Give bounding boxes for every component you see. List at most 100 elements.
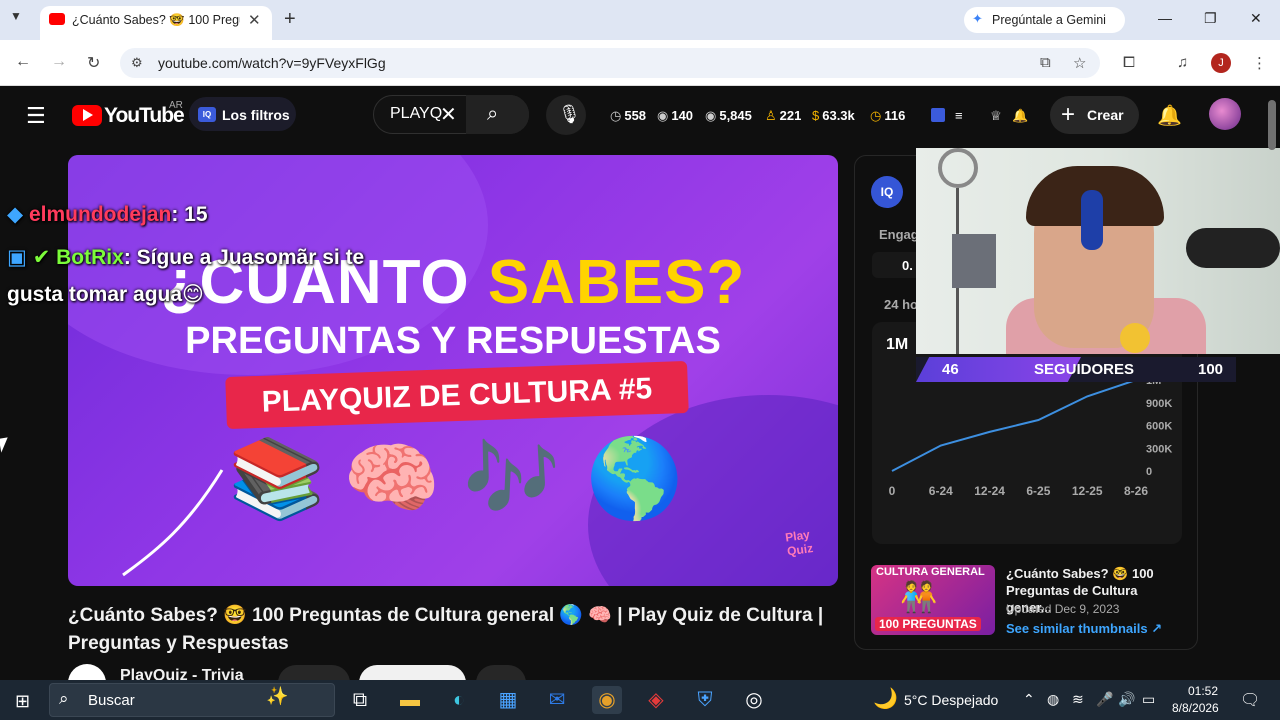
channel-avatar[interactable] — [1209, 98, 1241, 130]
microphone — [1186, 228, 1280, 268]
books-icon: 📚 — [228, 434, 326, 522]
swoosh-line — [122, 469, 224, 577]
chart-y-tick: 600K — [1146, 421, 1172, 433]
extensions-icon[interactable]: ⧠ — [1123, 54, 1135, 71]
youtube-play-icon — [83, 109, 93, 121]
site-info-icon[interactable]: ⚙ — [131, 55, 143, 71]
weather-icon[interactable]: 🌙 — [873, 686, 898, 711]
reload-icon[interactable]: ↻ — [87, 53, 100, 73]
list-icon[interactable]: ≡ — [955, 108, 963, 123]
weather-text[interactable]: 5°C Despejado — [904, 692, 998, 708]
similar-thumbnail-top: CULTURA GENERAL — [876, 566, 985, 578]
video-title: ¿Cuánto Sabes? 🤓 100 Preguntas de Cultur… — [68, 605, 824, 654]
brain-icon: 🧠 — [343, 434, 441, 522]
stat-item: $63.3k — [812, 108, 855, 123]
tray-chevron-icon[interactable]: ⌃ — [1023, 691, 1035, 708]
similar-thumbnails-link[interactable]: See similar thumbnails ↗ — [1006, 621, 1162, 637]
bookmark-star-icon[interactable]: ☆ — [1073, 54, 1086, 72]
chat-message: ◆ elmundodejan: 15 — [7, 203, 208, 226]
gemini-button[interactable]: Pregúntale a Gemini — [964, 7, 1125, 33]
period-label: 24 ho — [884, 297, 918, 312]
clock-time[interactable]: 01:52 — [1182, 684, 1218, 698]
clock-date[interactable]: 8/8/2026 — [1172, 701, 1219, 715]
forward-icon[interactable]: → — [51, 53, 67, 71]
search-highlight-icon: ✨ — [266, 686, 289, 706]
app-red-icon[interactable]: ◈ — [641, 686, 671, 714]
tab-title: ¿Cuánto Sabes? 🤓 100 Preguntas — [72, 13, 240, 27]
stat-item: ◷ 116 — [870, 108, 906, 123]
chat-message: ▣ ✔ BotRix: Sígue a Juasomãr si te — [7, 246, 365, 269]
windows-start-icon[interactable]: ⊞ — [15, 691, 30, 712]
obs-icon[interactable]: ◎ — [739, 686, 769, 714]
chart-series-line — [891, 379, 1137, 472]
chrome-menu-icon[interactable]: ⋮ — [1252, 54, 1267, 72]
similar-date: Updated Dec 9, 2023 — [1006, 602, 1120, 616]
thumbnail-subtitle: PREGUNTAS Y RESPUESTAS — [185, 320, 721, 362]
stat-item: ◉ 140 — [657, 108, 694, 123]
store-icon[interactable]: ▦ — [493, 686, 523, 714]
search-icon[interactable]: ⌕ — [487, 103, 498, 126]
verified-badge-icon: ✔ — [32, 246, 51, 269]
page-scrollbar[interactable] — [1268, 100, 1276, 150]
chart-y-tick: 0 — [1146, 466, 1152, 478]
chrome-icon[interactable]: ◉ — [592, 686, 622, 714]
iq-badge-icon: IQ — [198, 107, 216, 122]
trophy-icon[interactable]: ♕ — [990, 108, 1002, 124]
bot-badge-icon: ▣ — [7, 246, 27, 269]
file-explorer-icon[interactable]: ▬ — [395, 686, 425, 714]
search-query[interactable]: PLAYQ — [390, 105, 442, 123]
followers-goal: 100 — [1198, 361, 1224, 378]
mouse-cursor — [0, 437, 11, 453]
gemini-icon: ✦ — [972, 11, 983, 26]
shield-app-icon[interactable]: ⛨ — [690, 686, 720, 714]
mic-tray-icon[interactable]: 🎤 — [1096, 691, 1113, 708]
search-icon: ⌕ — [59, 689, 69, 708]
tab-close-icon[interactable]: ✕ — [248, 11, 261, 29]
notification-small-icon[interactable]: 🔔 — [1012, 108, 1028, 124]
outlook-icon[interactable]: ✉ — [542, 686, 572, 714]
notifications-bell-icon[interactable]: 🔔 — [1157, 103, 1182, 128]
back-icon[interactable]: ← — [15, 53, 31, 71]
clear-search-icon[interactable]: ✕ — [440, 102, 457, 127]
wifi-icon[interactable]: ≋ — [1072, 691, 1084, 708]
followers-label: SEGUIDORES — [1034, 361, 1135, 378]
chart-range[interactable]: 1M — [886, 336, 908, 354]
chart-y-tick: 300K — [1146, 443, 1172, 455]
eye-icon: ◉ — [657, 108, 669, 123]
create-label: Crear — [1087, 107, 1124, 123]
notifications-icon[interactable]: 🗨 — [1240, 690, 1260, 710]
minimize-button[interactable]: — — [1158, 10, 1172, 26]
iq-extension-icon[interactable] — [931, 108, 945, 122]
engagement-label: Engag — [879, 227, 919, 242]
person-icon: ♙ — [765, 108, 777, 123]
new-tab-button[interactable]: + — [284, 8, 296, 31]
chat-message: gusta tomar agua😊 — [7, 283, 204, 306]
volume-icon[interactable]: 🔊 — [1118, 691, 1135, 708]
held-object — [1120, 323, 1150, 353]
install-app-icon[interactable]: ⧉ — [1040, 54, 1051, 71]
profile-avatar[interactable]: J — [1211, 53, 1231, 73]
chart-x-tick: 6-25 — [1026, 484, 1050, 498]
iq-logo: IQ — [871, 176, 903, 208]
close-window-button[interactable]: ✕ — [1250, 10, 1262, 27]
youtube-favicon-icon — [49, 13, 65, 25]
media-control-icon[interactable]: ♫ — [1177, 54, 1188, 71]
chart-x-tick: 12-24 — [974, 484, 1005, 498]
taskbar-search-label: Buscar — [88, 692, 135, 709]
similar-thumbnail-bottom: 100 PREGUNTAS — [875, 617, 981, 631]
cube-badge-icon: ◆ — [7, 203, 24, 226]
tray-app-icon[interactable]: ◍ — [1047, 691, 1059, 708]
url-text[interactable]: youtube.com/watch?v=9yFVeyxFlGg — [158, 55, 386, 71]
hamburger-menu-icon[interactable]: ☰ — [26, 103, 46, 129]
wall-poster — [952, 234, 996, 288]
stat-item: ◉ 5,845 — [705, 108, 752, 123]
restore-button[interactable]: ❐ — [1204, 10, 1217, 27]
coin-icon: $ — [812, 108, 820, 123]
battery-icon[interactable]: ▭ — [1142, 691, 1155, 708]
edge-icon[interactable]: ◐ — [444, 686, 474, 714]
ring-light — [938, 148, 978, 188]
faces-icon: 🧑‍🤝‍🧑 — [900, 581, 938, 614]
tab-search-icon[interactable]: ▼ — [10, 9, 22, 23]
country-code: AR — [169, 100, 183, 111]
task-view-icon[interactable]: ⧉ — [345, 686, 375, 714]
